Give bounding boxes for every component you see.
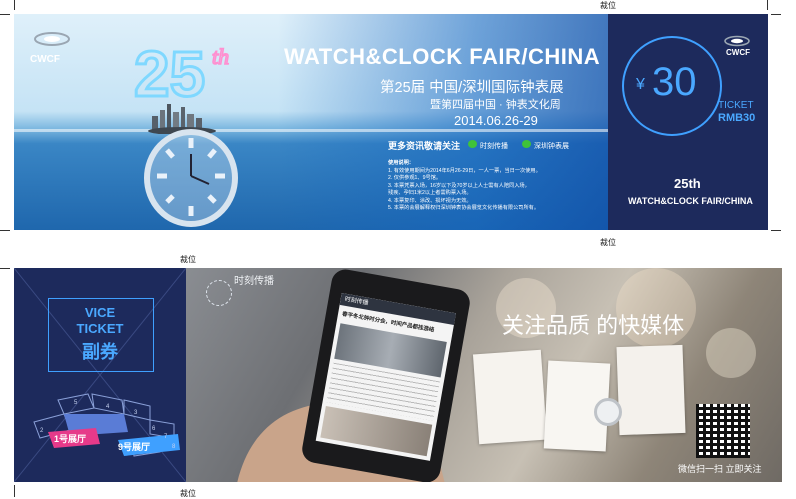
hall-number: 4	[106, 404, 110, 410]
price-value: 30	[652, 60, 697, 104]
usage-notes-title: 使用说明：	[388, 160, 414, 166]
vice-line-2: TICKET	[76, 321, 124, 336]
crop-line	[771, 14, 781, 15]
wechat-icon	[522, 140, 531, 148]
ticket-rmb: RMB30	[718, 112, 756, 124]
promo-headline: 关注品质 的快媒体	[502, 313, 685, 338]
fair-title-cn: 第25届 中国/深圳国际钟表展	[380, 80, 564, 96]
clock-icon	[144, 129, 238, 227]
wechat-icon	[468, 140, 477, 148]
usage-note: 3. 本票凭票入场，16岁以下及70岁以上人士需有人陪同入场，	[388, 182, 530, 189]
hall-number: 8	[172, 444, 176, 450]
fair-title-en: WATCH&CLOCK FAIR/CHINA	[284, 44, 601, 69]
usage-note: 4. 本票复印、涂改、损坏视为无效。	[388, 197, 472, 204]
qr-code[interactable]	[696, 404, 750, 458]
crop-line	[14, 0, 15, 10]
cut-mark-bottom: 裁位	[180, 489, 196, 498]
promo-logo-text: 时刻传播	[234, 276, 274, 287]
hall-number: 3	[134, 410, 138, 416]
hall-number: 6	[152, 426, 156, 432]
magazine-page	[616, 344, 686, 436]
cut-mark-top: 裁位	[600, 1, 616, 10]
crop-line	[767, 0, 768, 10]
vice-ticket-panel: VICE TICKET 副券 5 4 3 2 6 7 8 1号展厅 9号展厅	[14, 268, 186, 482]
promo-logo-icon	[206, 280, 232, 306]
magazine-page	[472, 349, 548, 445]
fair-date: 2014.06.26-29	[454, 113, 538, 128]
usage-note: 残疾、孕妇1米2以上者需购票入场。	[388, 190, 472, 196]
crop-line	[771, 230, 781, 231]
scan-prompt: 微信扫一扫 立即关注	[678, 464, 762, 474]
usage-notes: 使用说明： 1. 有效使用期间为2014年6月26-29日，一人一票，当日一次使…	[388, 160, 598, 213]
hall-9-label: 9号展厅	[118, 442, 151, 452]
hall-1-label: 1号展厅	[54, 434, 87, 444]
hall-number: 5	[74, 400, 78, 406]
ticket-main-panel: CWCF 25 th WATCH&CLOCK FAIR/CHINA 第25届 中…	[14, 14, 608, 230]
svg-text:25: 25	[134, 38, 205, 110]
cwcf-logo-icon	[34, 32, 70, 46]
watch-image	[594, 398, 622, 426]
hall-number: 2	[40, 428, 44, 434]
usage-note: 1. 有效使用期间为2014年6月26-29日，一人一票，当日一次使用。	[388, 167, 541, 174]
crop-line	[0, 268, 10, 269]
ticket-stub-panel: CWCF ¥ 30 TICKET RMB30 25th WATCH&CLOCK …	[608, 14, 768, 230]
smartphone: 时刻传播 春平冬北钟时分会，时间产品都挂游络	[300, 268, 472, 482]
cut-mark-mid-right: 裁位	[600, 238, 616, 247]
ticket-label: TICKET	[718, 100, 754, 111]
stub-badge: 25th	[674, 176, 701, 191]
wechat-account-2: 深圳钟表展	[534, 143, 569, 150]
svg-text:th: th	[212, 44, 229, 69]
crop-line	[0, 14, 10, 15]
vice-line-1: VICE	[84, 305, 116, 320]
fair-subtitle-cn: 暨第四届中国 · 钟表文化周	[430, 99, 561, 111]
promo-panel: 时刻传播 时刻传播 春平冬北钟时分会，时间产品都挂游络 关注品质 的快媒体 微信…	[186, 268, 782, 482]
phone-screen: 时刻传播 春平冬北钟时分会，时间产品都挂游络	[315, 293, 456, 461]
crop-line	[14, 485, 15, 497]
price-currency: ¥	[636, 76, 645, 93]
stub-fair-title: WATCH&CLOCK FAIR/CHINA	[628, 196, 753, 206]
usage-note: 5. 本票的会展解释权归深圳钟表协会展览文化传播有限公司所有。	[388, 205, 540, 211]
follow-label: 更多资讯敬请关注	[388, 141, 461, 151]
usage-note: 2. 仅供参观1、9号馆。	[388, 175, 442, 181]
crop-line	[0, 230, 10, 231]
cut-mark-mid-left: 裁位	[180, 255, 196, 264]
cwcf-label: CWCF	[726, 48, 750, 57]
cwcf-label: CWCF	[30, 54, 60, 65]
vice-line-3: 副券	[82, 342, 118, 362]
wechat-account-1: 时刻传播	[480, 143, 508, 150]
hall-number: 7	[164, 434, 168, 440]
